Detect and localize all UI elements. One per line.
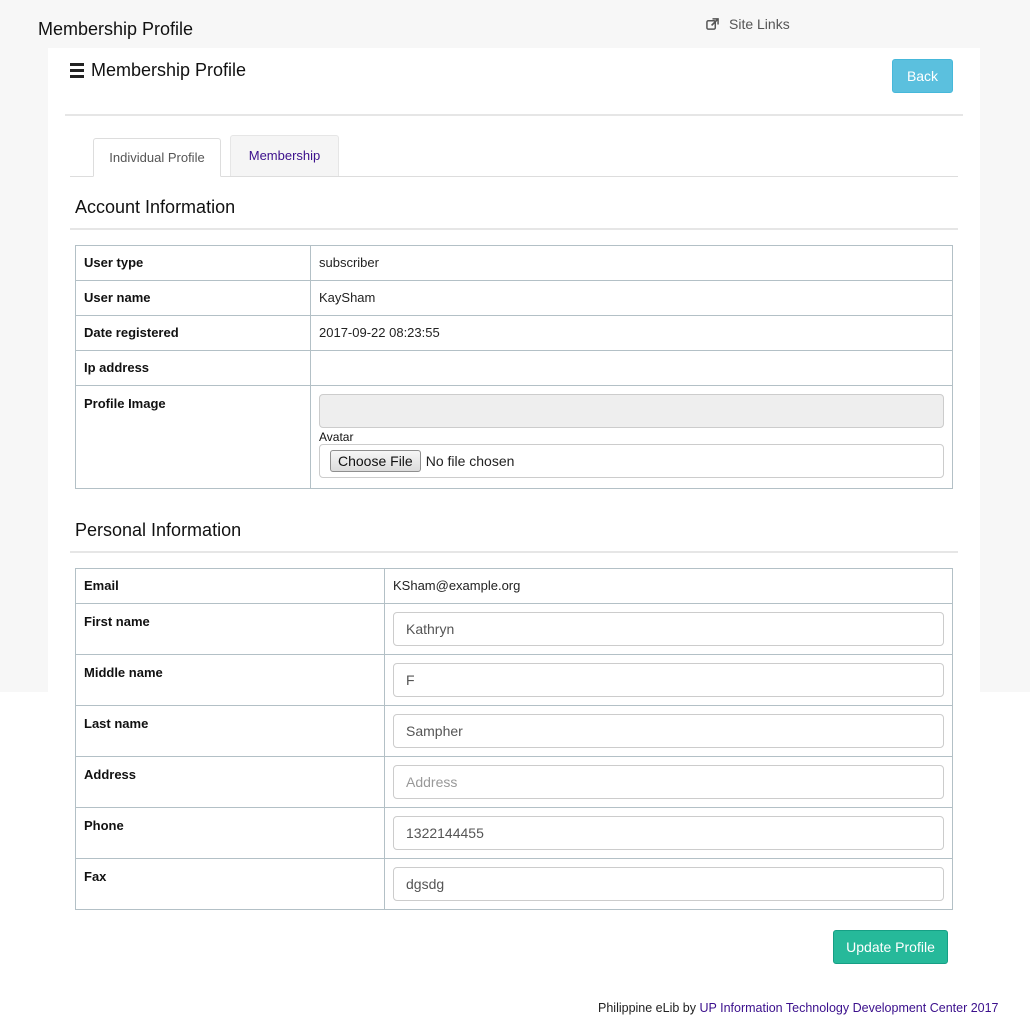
account-information-table: User type subscriber User name KaySham D… (75, 245, 953, 489)
site-links-label: Site Links (729, 16, 790, 32)
user-type-value: subscriber (310, 245, 953, 281)
middle-name-label: Middle name (75, 654, 385, 706)
address-field[interactable]: Address (393, 765, 944, 799)
first-name-field[interactable]: Kathryn (393, 612, 944, 646)
table-row: Profile Image Avatar Choose File No file… (75, 385, 953, 489)
divider (65, 114, 963, 116)
footer-link[interactable]: UP Information Technology Development Ce… (699, 1001, 998, 1015)
panel-title: Membership Profile (91, 60, 247, 80)
section-divider (70, 551, 958, 553)
table-row: Address Address (75, 756, 953, 808)
account-information-title: Account Information (75, 197, 236, 217)
avatar-label: Avatar (319, 430, 354, 444)
personal-information-table: Email KSham@example.org First name Kathr… (75, 568, 953, 910)
user-type-label: User type (75, 245, 311, 281)
panel-heading: Membership Profile (70, 60, 246, 81)
footer-prefix: Philippine eLib by (598, 1001, 696, 1015)
file-status-text: No file chosen (425, 453, 515, 469)
user-name-value: KaySham (310, 280, 953, 316)
page-title: Membership Profile (38, 19, 194, 39)
ip-address-label: Ip address (75, 350, 311, 386)
table-row: Email KSham@example.org (75, 568, 953, 604)
external-link-icon (706, 17, 719, 31)
profile-image-label: Profile Image (75, 385, 311, 489)
date-registered-label: Date registered (75, 315, 311, 351)
site-links-link[interactable]: Site Links (706, 16, 790, 32)
table-row: Middle name F (75, 654, 953, 706)
table-row: First name Kathryn (75, 603, 953, 655)
email-label: Email (75, 568, 385, 604)
table-row: Phone 1322144455 (75, 807, 953, 859)
profile-panel: Membership Profile Back Individual Profi… (48, 48, 980, 1036)
personal-information-title: Personal Information (75, 520, 242, 540)
choose-file-button[interactable]: Choose File (330, 450, 421, 472)
table-row: User name KaySham (75, 280, 953, 316)
tab-membership[interactable]: Membership (230, 135, 339, 176)
profile-image-cell: Avatar Choose File No file chosen (310, 385, 953, 489)
phone-field[interactable]: 1322144455 (393, 816, 944, 850)
email-value: KSham@example.org (384, 568, 953, 604)
back-button[interactable]: Back (892, 59, 953, 93)
fax-field[interactable]: dgsdg (393, 867, 944, 901)
last-name-field[interactable]: Sampher (393, 714, 944, 748)
footer: Philippine eLib by UP Information Techno… (598, 1001, 999, 1015)
user-name-label: User name (75, 280, 311, 316)
update-profile-button[interactable]: Update Profile (833, 930, 948, 964)
address-label: Address (75, 756, 385, 808)
table-row: Ip address (75, 350, 953, 386)
avatar-file-input[interactable]: Choose File No file chosen (319, 444, 944, 478)
tab-individual-profile[interactable]: Individual Profile (93, 138, 221, 177)
table-row: Last name Sampher (75, 705, 953, 757)
ip-address-value (310, 350, 953, 386)
first-name-label: First name (75, 603, 385, 655)
middle-name-field[interactable]: F (393, 663, 944, 697)
phone-label: Phone (75, 807, 385, 859)
section-divider (70, 228, 958, 230)
table-row: Fax dgsdg (75, 858, 953, 910)
fax-label: Fax (75, 858, 385, 910)
table-row: User type subscriber (75, 245, 953, 281)
last-name-label: Last name (75, 705, 385, 757)
bars-icon (70, 63, 84, 78)
date-registered-value: 2017-09-22 08:23:55 (310, 315, 953, 351)
table-row: Date registered 2017-09-22 08:23:55 (75, 315, 953, 351)
profile-image-preview (319, 394, 944, 428)
